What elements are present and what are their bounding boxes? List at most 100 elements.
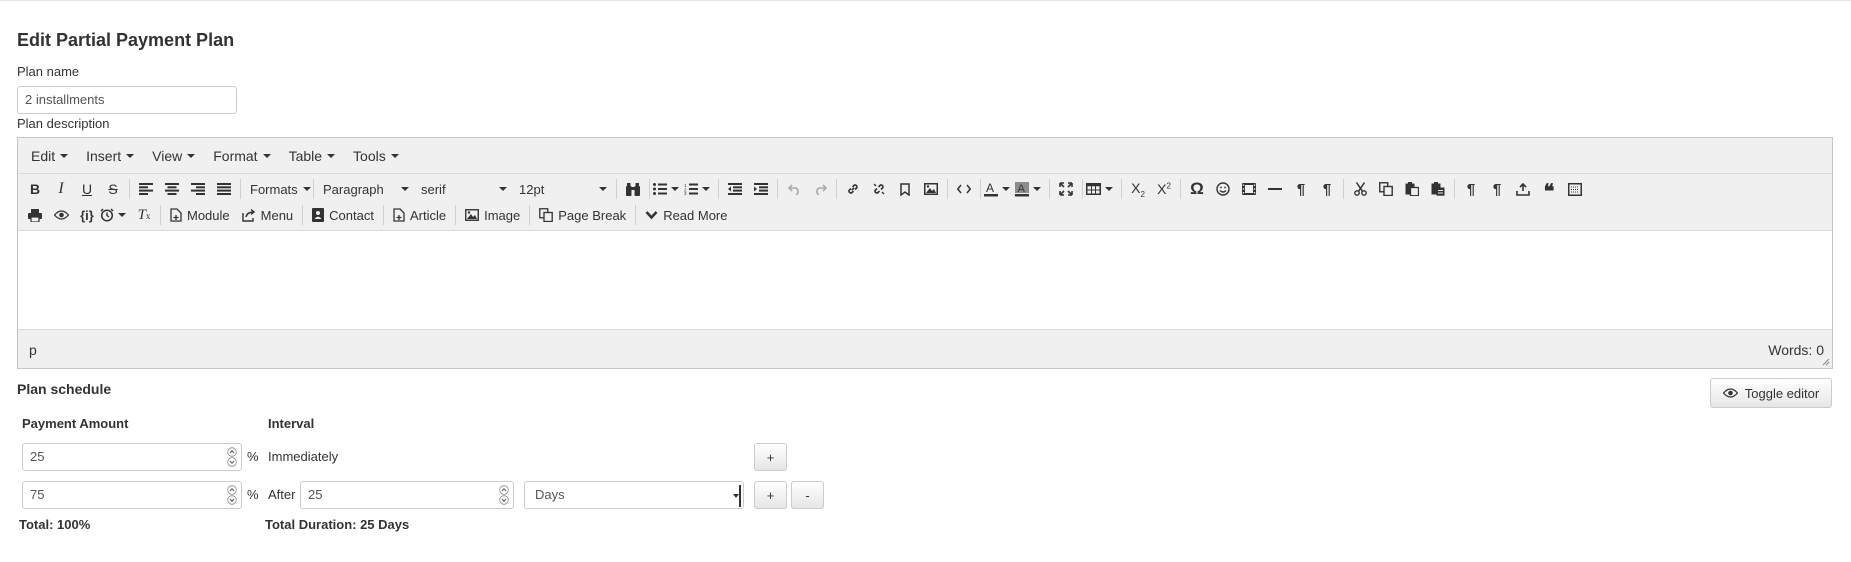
redo-button[interactable]: [807, 177, 833, 201]
add-row-button[interactable]: +: [754, 481, 787, 509]
clear-formatting-button[interactable]: Tx: [131, 203, 157, 227]
menu-format[interactable]: Format: [204, 142, 279, 170]
table-button[interactable]: [1086, 177, 1118, 201]
underline-button[interactable]: U: [74, 177, 100, 201]
table-icon: [1086, 183, 1101, 195]
font-family-dropdown[interactable]: serif: [415, 177, 513, 201]
eye-icon: [1722, 388, 1738, 398]
template-button[interactable]: [1562, 177, 1588, 201]
toolbar-separator: [240, 179, 241, 199]
unlink-button[interactable]: [866, 177, 892, 201]
menu-insert[interactable]: Insert: [77, 142, 143, 170]
toggle-editor-button[interactable]: Toggle editor: [1710, 378, 1832, 408]
plan-name-input[interactable]: 2 installments: [17, 86, 237, 114]
toolbar-separator: [947, 179, 948, 199]
editor-content-area[interactable]: [18, 230, 1832, 330]
insert-menu-button[interactable]: Menu: [236, 203, 300, 227]
underline-icon: U: [81, 181, 93, 197]
italic-button[interactable]: I: [48, 177, 74, 201]
fullscreen-button[interactable]: [1053, 177, 1079, 201]
chevron-down-icon: [1105, 187, 1113, 191]
spinner-icon[interactable]: [227, 485, 237, 505]
toolbar-separator: [382, 205, 384, 225]
insert-article-button[interactable]: Article: [387, 203, 452, 227]
payment-amount-input[interactable]: 75: [22, 481, 242, 509]
strikethrough-button[interactable]: S: [100, 177, 126, 201]
text-color-button[interactable]: A: [984, 177, 1015, 201]
chevron-down-icon: [645, 210, 658, 220]
special-char-button[interactable]: Ω: [1184, 177, 1210, 201]
insert-contact-button[interactable]: Contact: [306, 203, 380, 227]
plan-name-label: Plan name: [17, 64, 80, 79]
indent-button[interactable]: [748, 177, 774, 201]
horizontal-rule-button[interactable]: [1262, 177, 1288, 201]
print-button[interactable]: [22, 203, 48, 227]
copy-pages-icon: [539, 208, 554, 222]
ltr-button[interactable]: ¶: [1288, 177, 1314, 201]
chevron-down-icon: [1033, 187, 1041, 191]
font-size-dropdown[interactable]: 12pt: [513, 177, 613, 201]
insert-page-break-button[interactable]: Page Break: [533, 203, 632, 227]
block-format-dropdown[interactable]: Paragraph: [317, 177, 415, 201]
percent-unit: %: [247, 449, 259, 464]
remove-row-button[interactable]: -: [791, 481, 824, 509]
visual-chars-button[interactable]: ¶: [1458, 177, 1484, 201]
numbered-list-button[interactable]: 123: [684, 177, 715, 201]
element-path[interactable]: p: [29, 342, 37, 358]
copy-button[interactable]: [1373, 177, 1399, 201]
insert-datetime-button[interactable]: [100, 203, 131, 227]
code-sample-button[interactable]: {i}: [74, 203, 100, 227]
undo-button[interactable]: [781, 177, 807, 201]
subscript-icon: X2: [1131, 179, 1145, 199]
insert-read-more-button[interactable]: Read More: [639, 203, 733, 227]
subscript-button[interactable]: X2: [1125, 177, 1151, 201]
bookmark-button[interactable]: [892, 177, 918, 201]
interval-value-input[interactable]: 25: [300, 481, 514, 509]
menu-view[interactable]: View: [143, 142, 204, 170]
upload-icon: [1516, 182, 1530, 196]
blockquote-button[interactable]: ❝: [1536, 177, 1562, 202]
align-center-icon: [165, 183, 179, 195]
formats-dropdown[interactable]: Formats: [244, 177, 311, 201]
media-button[interactable]: [1236, 177, 1262, 201]
menu-table[interactable]: Table: [280, 142, 344, 170]
editor-menubar: Edit Insert View Format Table Tools: [18, 138, 1832, 174]
superscript-button[interactable]: X2: [1151, 177, 1177, 201]
search-replace-button[interactable]: [620, 177, 646, 201]
upload-button[interactable]: [1510, 177, 1536, 201]
insert-image-media-button[interactable]: Image: [459, 203, 526, 227]
print-icon: [28, 208, 42, 222]
svg-text:3: 3: [684, 191, 687, 195]
align-justify-button[interactable]: [211, 177, 237, 201]
interval-period-select[interactable]: Days: [524, 481, 744, 509]
pilcrow-icon: ¶: [1466, 180, 1476, 198]
source-code-button[interactable]: [951, 177, 977, 201]
menu-edit[interactable]: Edit: [22, 142, 77, 170]
align-left-button[interactable]: [133, 177, 159, 201]
svg-text:A: A: [986, 182, 994, 195]
spinner-icon[interactable]: [227, 447, 237, 467]
add-row-button[interactable]: +: [754, 443, 787, 471]
emoticons-button[interactable]: [1210, 177, 1236, 201]
rtl-button[interactable]: ¶: [1314, 177, 1340, 201]
align-right-button[interactable]: [185, 177, 211, 201]
paste-button[interactable]: [1399, 177, 1425, 201]
resize-handle-icon[interactable]: [1821, 357, 1830, 366]
chevron-down-icon: [401, 187, 409, 191]
spinner-icon[interactable]: [499, 485, 509, 505]
menu-tools[interactable]: Tools: [344, 142, 408, 170]
bold-button[interactable]: B: [22, 177, 48, 201]
eye-icon: [53, 210, 69, 220]
preview-button[interactable]: [48, 203, 74, 227]
outdent-button[interactable]: [722, 177, 748, 201]
link-button[interactable]: [840, 177, 866, 201]
background-color-button[interactable]: A: [1015, 177, 1046, 201]
bullet-list-button[interactable]: [653, 177, 684, 201]
non-breaking-button[interactable]: ¶: [1484, 177, 1510, 201]
insert-image-button[interactable]: [918, 177, 944, 201]
align-center-button[interactable]: [159, 177, 185, 201]
payment-amount-input[interactable]: 25: [22, 443, 242, 471]
cut-button[interactable]: [1347, 177, 1373, 201]
paste-text-button[interactable]: [1425, 177, 1451, 201]
insert-module-button[interactable]: Module: [164, 203, 236, 227]
